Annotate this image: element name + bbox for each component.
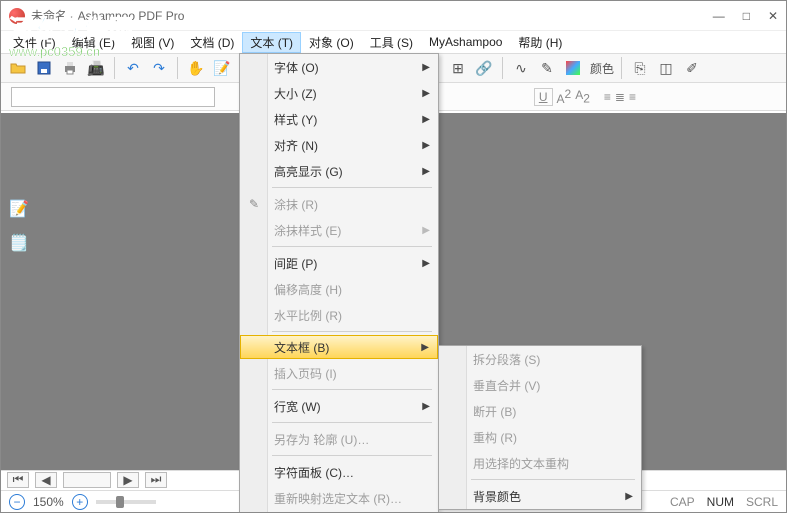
- menu-item-font[interactable]: 字体 (O)▶: [240, 54, 438, 80]
- curve-icon[interactable]: ∿: [510, 57, 532, 79]
- print-icon[interactable]: [59, 57, 81, 79]
- next-page-button[interactable]: ▶: [117, 472, 139, 488]
- submenu-rebuild-selection: 用选择的文本重构: [439, 450, 641, 476]
- zoom-in-button[interactable]: +: [72, 494, 88, 510]
- font-family-select[interactable]: [11, 87, 215, 107]
- text-menu-dropdown: 字体 (O)▶ 大小 (Z)▶ 样式 (Y)▶ 对齐 (N)▶ 高亮显示 (G)…: [239, 53, 439, 512]
- menu-tool[interactable]: 工具 (S): [362, 32, 421, 53]
- menu-object[interactable]: 对象 (O): [301, 32, 362, 53]
- submenu-split-paragraph: 拆分段落 (S): [439, 346, 641, 372]
- prev-page-button[interactable]: ◀: [35, 472, 57, 488]
- title-bar: 未命名 - Ashampoo PDF Pro — □ ✕: [1, 1, 786, 31]
- menu-item-style[interactable]: 样式 (Y)▶: [240, 106, 438, 132]
- stamp-icon[interactable]: ⎘: [629, 57, 651, 79]
- menu-bar: 文件 (F) 编辑 (E) 视图 (V) 文档 (D) 文本 (T) 对象 (O…: [1, 31, 786, 53]
- menu-item-textbox[interactable]: 文本框 (B)▶: [240, 335, 438, 359]
- zoom-level[interactable]: 150%: [33, 495, 64, 509]
- align-right-icon[interactable]: ≡: [629, 90, 636, 104]
- align-left-icon[interactable]: ≡: [604, 90, 611, 104]
- menu-item-spacing[interactable]: 间距 (P)▶: [240, 250, 438, 276]
- maximize-button[interactable]: □: [743, 9, 750, 23]
- align-center-icon[interactable]: ≣: [615, 90, 625, 104]
- save-icon[interactable]: [33, 57, 55, 79]
- scan-icon[interactable]: 📠: [85, 57, 107, 79]
- submenu-background-color[interactable]: 背景颜色▶: [439, 483, 641, 509]
- link-icon[interactable]: 🔗: [473, 57, 495, 79]
- menu-item-size[interactable]: 大小 (Z)▶: [240, 80, 438, 106]
- redo-icon[interactable]: ↷: [148, 57, 170, 79]
- cap-indicator: CAP: [670, 495, 695, 509]
- edit-note-icon[interactable]: 📝: [9, 199, 29, 219]
- menu-item-smear: ✎涂抹 (R): [240, 191, 438, 217]
- menu-file[interactable]: 文件 (F): [5, 32, 64, 53]
- pen-icon[interactable]: ✎: [536, 57, 558, 79]
- last-page-button[interactable]: ⏭: [145, 472, 167, 488]
- textbox-submenu: 拆分段落 (S) 垂直合并 (V) 断开 (B) 重构 (R) 用选择的文本重构…: [438, 345, 642, 510]
- menu-document[interactable]: 文档 (D): [182, 32, 242, 53]
- menu-item-saveas-outline: 另存为 轮廓 (U)…: [240, 426, 438, 452]
- window-title: 未命名 - Ashampoo PDF Pro: [31, 7, 713, 24]
- menu-item-linewidth[interactable]: 行宽 (W)▶: [240, 393, 438, 419]
- hand-icon[interactable]: ✋: [185, 57, 207, 79]
- eraser-icon[interactable]: ◫: [655, 57, 677, 79]
- menu-item-hscale: 水平比例 (R): [240, 302, 438, 328]
- menu-item-highlight[interactable]: 高亮显示 (G)▶: [240, 158, 438, 184]
- scrl-indicator: SCRL: [746, 495, 778, 509]
- edit-note-icon-2[interactable]: 🗒️: [9, 233, 29, 253]
- bold-button[interactable]: U: [534, 88, 553, 106]
- toolbar-icon-2[interactable]: ⊞: [447, 57, 469, 79]
- submenu-rebuild: 重构 (R): [439, 424, 641, 450]
- menu-edit[interactable]: 编辑 (E): [64, 32, 123, 53]
- submenu-break: 断开 (B): [439, 398, 641, 424]
- select-icon[interactable]: 📝: [211, 57, 233, 79]
- page-number-field[interactable]: [63, 472, 111, 488]
- menu-item-align[interactable]: 对齐 (N)▶: [240, 132, 438, 158]
- edit-icon[interactable]: ✐: [681, 57, 703, 79]
- superscript-button[interactable]: A2: [557, 87, 572, 106]
- zoom-out-button[interactable]: −: [9, 494, 25, 510]
- menu-help[interactable]: 帮助 (H): [510, 32, 570, 53]
- menu-item-remap-selected: 重新映射选定文本 (R)…: [240, 485, 438, 511]
- num-indicator: NUM: [707, 495, 734, 509]
- close-button[interactable]: ✕: [768, 9, 778, 23]
- menu-item-offset-height: 偏移高度 (H): [240, 276, 438, 302]
- menu-item-char-panel[interactable]: 字符面板 (C)…: [240, 459, 438, 485]
- first-page-button[interactable]: ⏮: [7, 472, 29, 488]
- menu-text[interactable]: 文本 (T): [242, 32, 301, 53]
- color-label: 颜色: [590, 60, 614, 77]
- menu-item-insert-pageno: 插入页码 (I): [240, 360, 438, 386]
- app-icon: [9, 8, 25, 24]
- submenu-vertical-merge: 垂直合并 (V): [439, 372, 641, 398]
- color-swatch[interactable]: [562, 57, 584, 79]
- menu-myashampoo[interactable]: MyAshampoo: [421, 33, 510, 51]
- menu-item-smear-style: 涂抹样式 (E)▶: [240, 217, 438, 243]
- minimize-button[interactable]: —: [713, 9, 725, 23]
- undo-icon[interactable]: ↶: [122, 57, 144, 79]
- open-icon[interactable]: [7, 57, 29, 79]
- subscript-button[interactable]: A2: [575, 88, 590, 105]
- menu-view[interactable]: 视图 (V): [123, 32, 182, 53]
- zoom-slider[interactable]: [96, 500, 156, 504]
